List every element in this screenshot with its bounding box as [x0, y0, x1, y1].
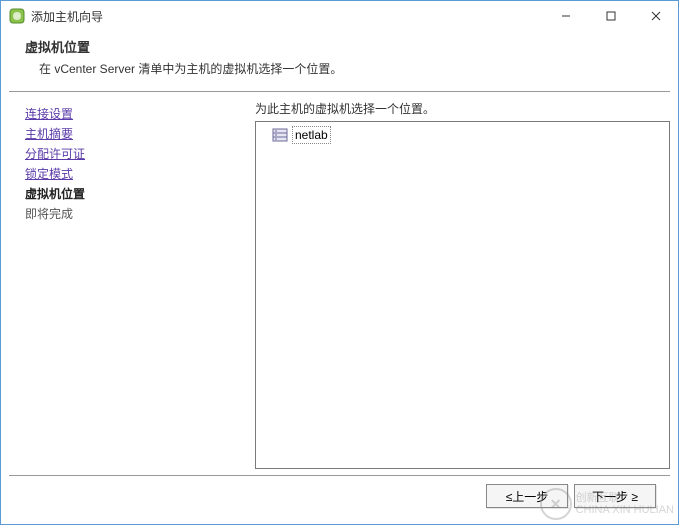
tree-item-datacenter[interactable]: netlab: [272, 126, 665, 144]
step-vm-location: 虚拟机位置: [25, 184, 85, 204]
datacenter-icon: [272, 127, 288, 143]
page-subtitle: 在 vCenter Server 清单中为主机的虚拟机选择一个位置。: [39, 60, 654, 77]
wizard-body: 连接设置 主机摘要 分配许可证 锁定模式 虚拟机位置 即将完成 为此主机的虚拟机…: [1, 92, 678, 469]
wizard-footer: ≤上一步 下一步 ≥: [9, 475, 670, 516]
titlebar: 添加主机向导: [1, 1, 678, 31]
close-button[interactable]: [633, 1, 678, 31]
tree-item-label: netlab: [292, 126, 331, 144]
app-icon: [9, 8, 25, 24]
minimize-button[interactable]: [543, 1, 588, 31]
instruction-text: 为此主机的虚拟机选择一个位置。: [255, 100, 670, 117]
next-button[interactable]: 下一步 ≥: [574, 484, 656, 508]
step-connection-settings[interactable]: 连接设置: [25, 104, 73, 124]
main-panel: 为此主机的虚拟机选择一个位置。 netlab: [255, 100, 670, 469]
page-title: 虚拟机位置: [25, 37, 654, 56]
step-assign-license[interactable]: 分配许可证: [25, 144, 85, 164]
wizard-steps-sidebar: 连接设置 主机摘要 分配许可证 锁定模式 虚拟机位置 即将完成: [25, 100, 255, 469]
window-controls: [543, 1, 678, 31]
wizard-header: 虚拟机位置 在 vCenter Server 清单中为主机的虚拟机选择一个位置。: [1, 31, 678, 87]
back-button[interactable]: ≤上一步: [486, 484, 568, 508]
step-host-summary[interactable]: 主机摘要: [25, 124, 73, 144]
wizard-window: 添加主机向导 虚拟机位置 在 vCenter Server 清单中为主机的虚拟机…: [0, 0, 679, 525]
maximize-button[interactable]: [588, 1, 633, 31]
step-ready-to-complete: 即将完成: [25, 204, 73, 224]
location-tree[interactable]: netlab: [255, 121, 670, 469]
window-title: 添加主机向导: [31, 8, 543, 25]
step-lockdown-mode[interactable]: 锁定模式: [25, 164, 73, 184]
